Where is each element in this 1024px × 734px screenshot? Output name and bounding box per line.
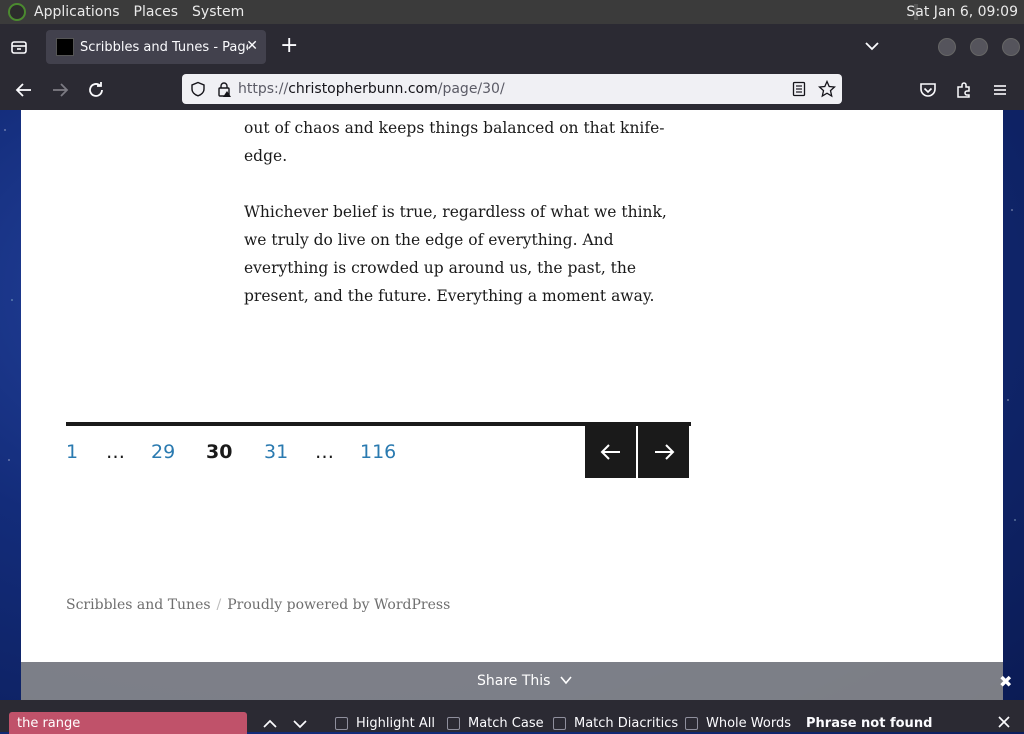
next-page-button[interactable]: [638, 426, 689, 478]
navigation-toolbar: https://christopherbunn.com/page/30/: [0, 70, 1024, 110]
maximize-window-button[interactable]: [970, 38, 988, 56]
checkbox-box[interactable]: [553, 717, 566, 730]
tab-bar: Scribbles and Tunes - Page 30 ✕ +: [0, 24, 1024, 70]
find-close-icon[interactable]: [996, 714, 1012, 730]
footer-site-link[interactable]: Scribbles and Tunes: [66, 597, 211, 613]
shield-icon[interactable]: [190, 81, 206, 97]
checkbox-box[interactable]: [335, 717, 348, 730]
list-all-tabs-chevron-icon[interactable]: [864, 38, 880, 54]
page-link-29[interactable]: 29: [151, 441, 206, 463]
previous-page-button[interactable]: [585, 426, 636, 478]
url-host: christopherbunn.com: [288, 81, 438, 97]
close-window-button[interactable]: [1002, 38, 1020, 56]
find-previous-chevron-up-icon[interactable]: [262, 716, 278, 732]
site-favicon-icon: [56, 38, 74, 56]
arrow-right-icon: [654, 444, 674, 460]
share-label: Share This: [477, 673, 551, 689]
menu-places[interactable]: Places: [134, 4, 179, 20]
forward-arrow-icon[interactable]: [50, 80, 70, 100]
url-path: /page/30/: [437, 81, 505, 97]
share-this-button[interactable]: Share This: [477, 673, 573, 689]
back-arrow-icon[interactable]: [14, 80, 34, 100]
url-bar[interactable]: https://christopherbunn.com/page/30/: [182, 74, 842, 104]
new-tab-button[interactable]: +: [280, 35, 298, 57]
menu-applications[interactable]: Applications: [34, 4, 120, 20]
match-case-label: Match Case: [468, 716, 544, 731]
checkbox-box[interactable]: [447, 717, 460, 730]
minimize-window-button[interactable]: [938, 38, 956, 56]
distro-logo-icon[interactable]: [8, 3, 26, 21]
footer-separator: /: [216, 597, 222, 613]
paragraph-1: out of chaos and keeps things balanced o…: [244, 119, 665, 165]
clock[interactable]: Sat Jan 6, 09:09: [906, 4, 1018, 20]
hamburger-menu-icon[interactable]: [990, 80, 1010, 100]
url-scheme: https://: [238, 81, 289, 97]
page-link-31[interactable]: 31: [264, 441, 315, 463]
arrow-left-icon: [600, 444, 620, 460]
share-bar: Share This ✖: [21, 662, 1012, 700]
paragraph-2: Whichever belief is true, regardless of …: [244, 203, 667, 305]
tab-close-icon[interactable]: ✕: [246, 38, 258, 54]
share-close-icon[interactable]: ✖: [999, 672, 1012, 691]
tab-title: Scribbles and Tunes - Page 30: [80, 39, 248, 55]
checkbox-box[interactable]: [685, 717, 698, 730]
whole-words-checkbox[interactable]: Whole Words: [685, 716, 791, 731]
site-footer: Scribbles and Tunes / Proudly powered by W…: [66, 597, 450, 613]
tab-active[interactable]: Scribbles and Tunes - Page 30 ✕: [46, 30, 266, 64]
web-page: out of chaos and keeps things balanced o…: [21, 110, 1003, 662]
pagination-links: 1 … 29 30 31 … 116: [66, 435, 410, 469]
system-top-bar: Applications Places System Sat Jan 6, 09…: [0, 0, 1024, 24]
page-link-1[interactable]: 1: [66, 441, 106, 463]
whole-words-label: Whole Words: [706, 716, 791, 731]
find-next-chevron-down-icon[interactable]: [292, 716, 308, 732]
page-current-30: 30: [206, 441, 233, 463]
menu-system[interactable]: System: [192, 4, 244, 20]
highlight-all-label: Highlight All: [356, 716, 435, 731]
extensions-icon[interactable]: [954, 80, 974, 100]
lock-warning-icon[interactable]: [216, 81, 232, 97]
tab-overview-icon[interactable]: [9, 37, 29, 57]
pocket-icon[interactable]: [918, 80, 938, 100]
find-status: Phrase not found: [806, 716, 933, 731]
find-input[interactable]: [9, 712, 247, 734]
match-diacritics-label: Match Diacritics: [574, 716, 679, 731]
reader-view-icon[interactable]: [791, 81, 807, 97]
page-dots: …: [106, 441, 125, 463]
match-diacritics-checkbox[interactable]: Match Diacritics: [553, 716, 678, 731]
reload-icon[interactable]: [86, 80, 106, 100]
page-link-116[interactable]: 116: [360, 441, 410, 463]
chevron-down-icon: [560, 676, 572, 685]
highlight-all-checkbox[interactable]: Highlight All: [335, 716, 435, 731]
bookmark-star-icon[interactable]: [818, 80, 836, 98]
footer-wordpress-link[interactable]: Proudly powered by WordPress: [227, 597, 450, 613]
find-bar: Highlight All Match Case Match Diacritic…: [0, 700, 1024, 734]
page-dots: …: [315, 441, 334, 463]
match-case-checkbox[interactable]: Match Case: [447, 716, 544, 731]
url-text[interactable]: https://christopherbunn.com/page/30/: [238, 81, 505, 97]
